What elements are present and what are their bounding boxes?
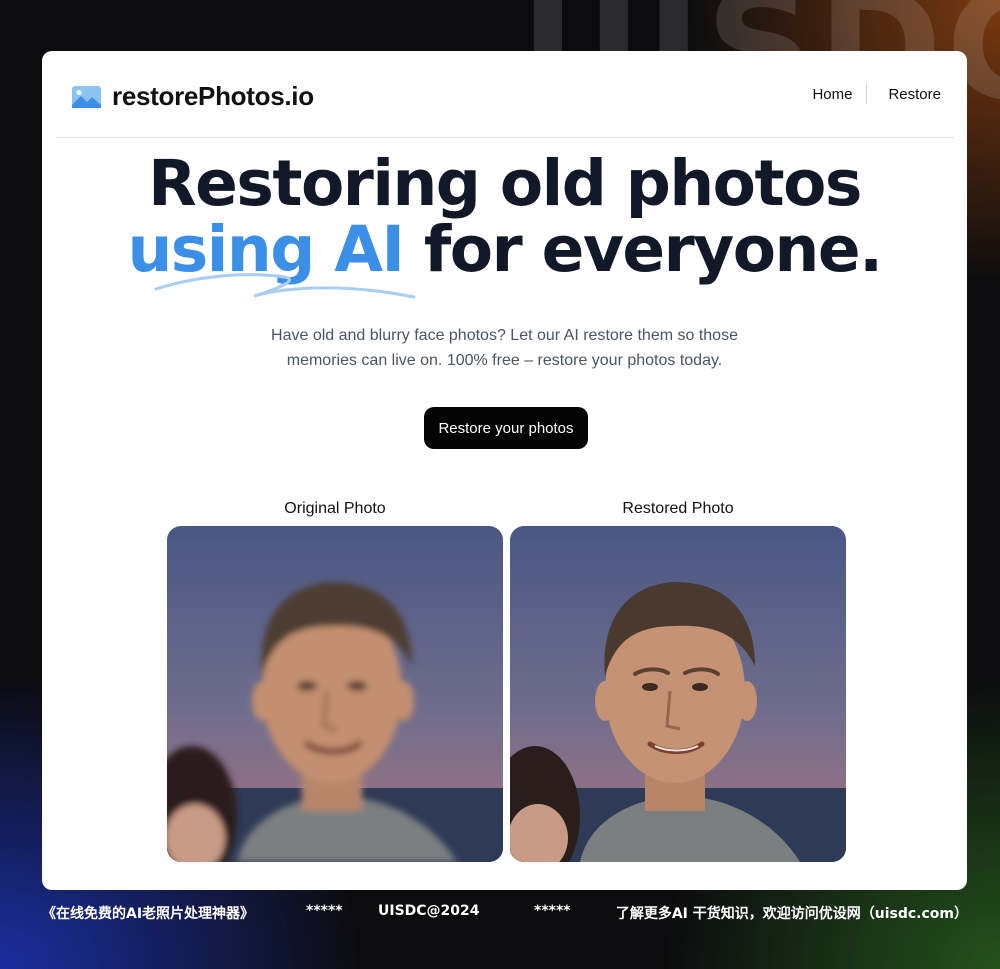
top-navbar: restorePhotos.io Home Restore: [56, 51, 955, 138]
main-nav: Home Restore: [812, 84, 941, 104]
nav-restore-link[interactable]: Restore: [888, 86, 941, 103]
brand-name: restorePhotos.io: [112, 81, 314, 111]
nav-home-link[interactable]: Home: [812, 86, 852, 103]
restored-photo[interactable]: [510, 526, 846, 862]
image-icon: [72, 85, 101, 108]
footer-stars-left: *****: [306, 903, 343, 919]
original-photo[interactable]: [167, 526, 503, 862]
restored-portrait-image: [510, 526, 846, 862]
footer-title: 《在线免费的AI老照片处理神器》: [42, 906, 255, 922]
app-window: restorePhotos.io Home Restore Restoring …: [42, 51, 967, 890]
footer-promo: 了解更多AI 干货知识，欢迎访问优设网（uisdc.com）: [615, 906, 968, 922]
page-footer: 《在线免费的AI老照片处理神器》 ***** UISDC@2024 ***** …: [0, 903, 1000, 923]
underline-scribble: [154, 273, 416, 299]
footer-stars-right: *****: [534, 903, 571, 919]
nav-divider: [866, 84, 868, 104]
original-photo-label: Original Photo: [284, 500, 386, 517]
restore-photos-button[interactable]: Restore your photos: [424, 407, 588, 449]
restored-photo-label: Restored Photo: [622, 500, 734, 517]
brand-logo[interactable]: restorePhotos.io: [72, 81, 314, 112]
subtitle-line-1: Have old and blurry face photos? Let our…: [271, 327, 738, 344]
hero-line-2: for everyone.: [403, 213, 883, 286]
footer-copyright: UISDC@2024: [378, 903, 480, 919]
hero-line-1: Restoring old photos: [148, 147, 862, 220]
original-portrait-image: [167, 526, 503, 862]
hero-subtitle: Have old and blurry face photos? Let our…: [42, 323, 967, 373]
subtitle-line-2: memories can live on. 100% free – restor…: [286, 352, 723, 369]
